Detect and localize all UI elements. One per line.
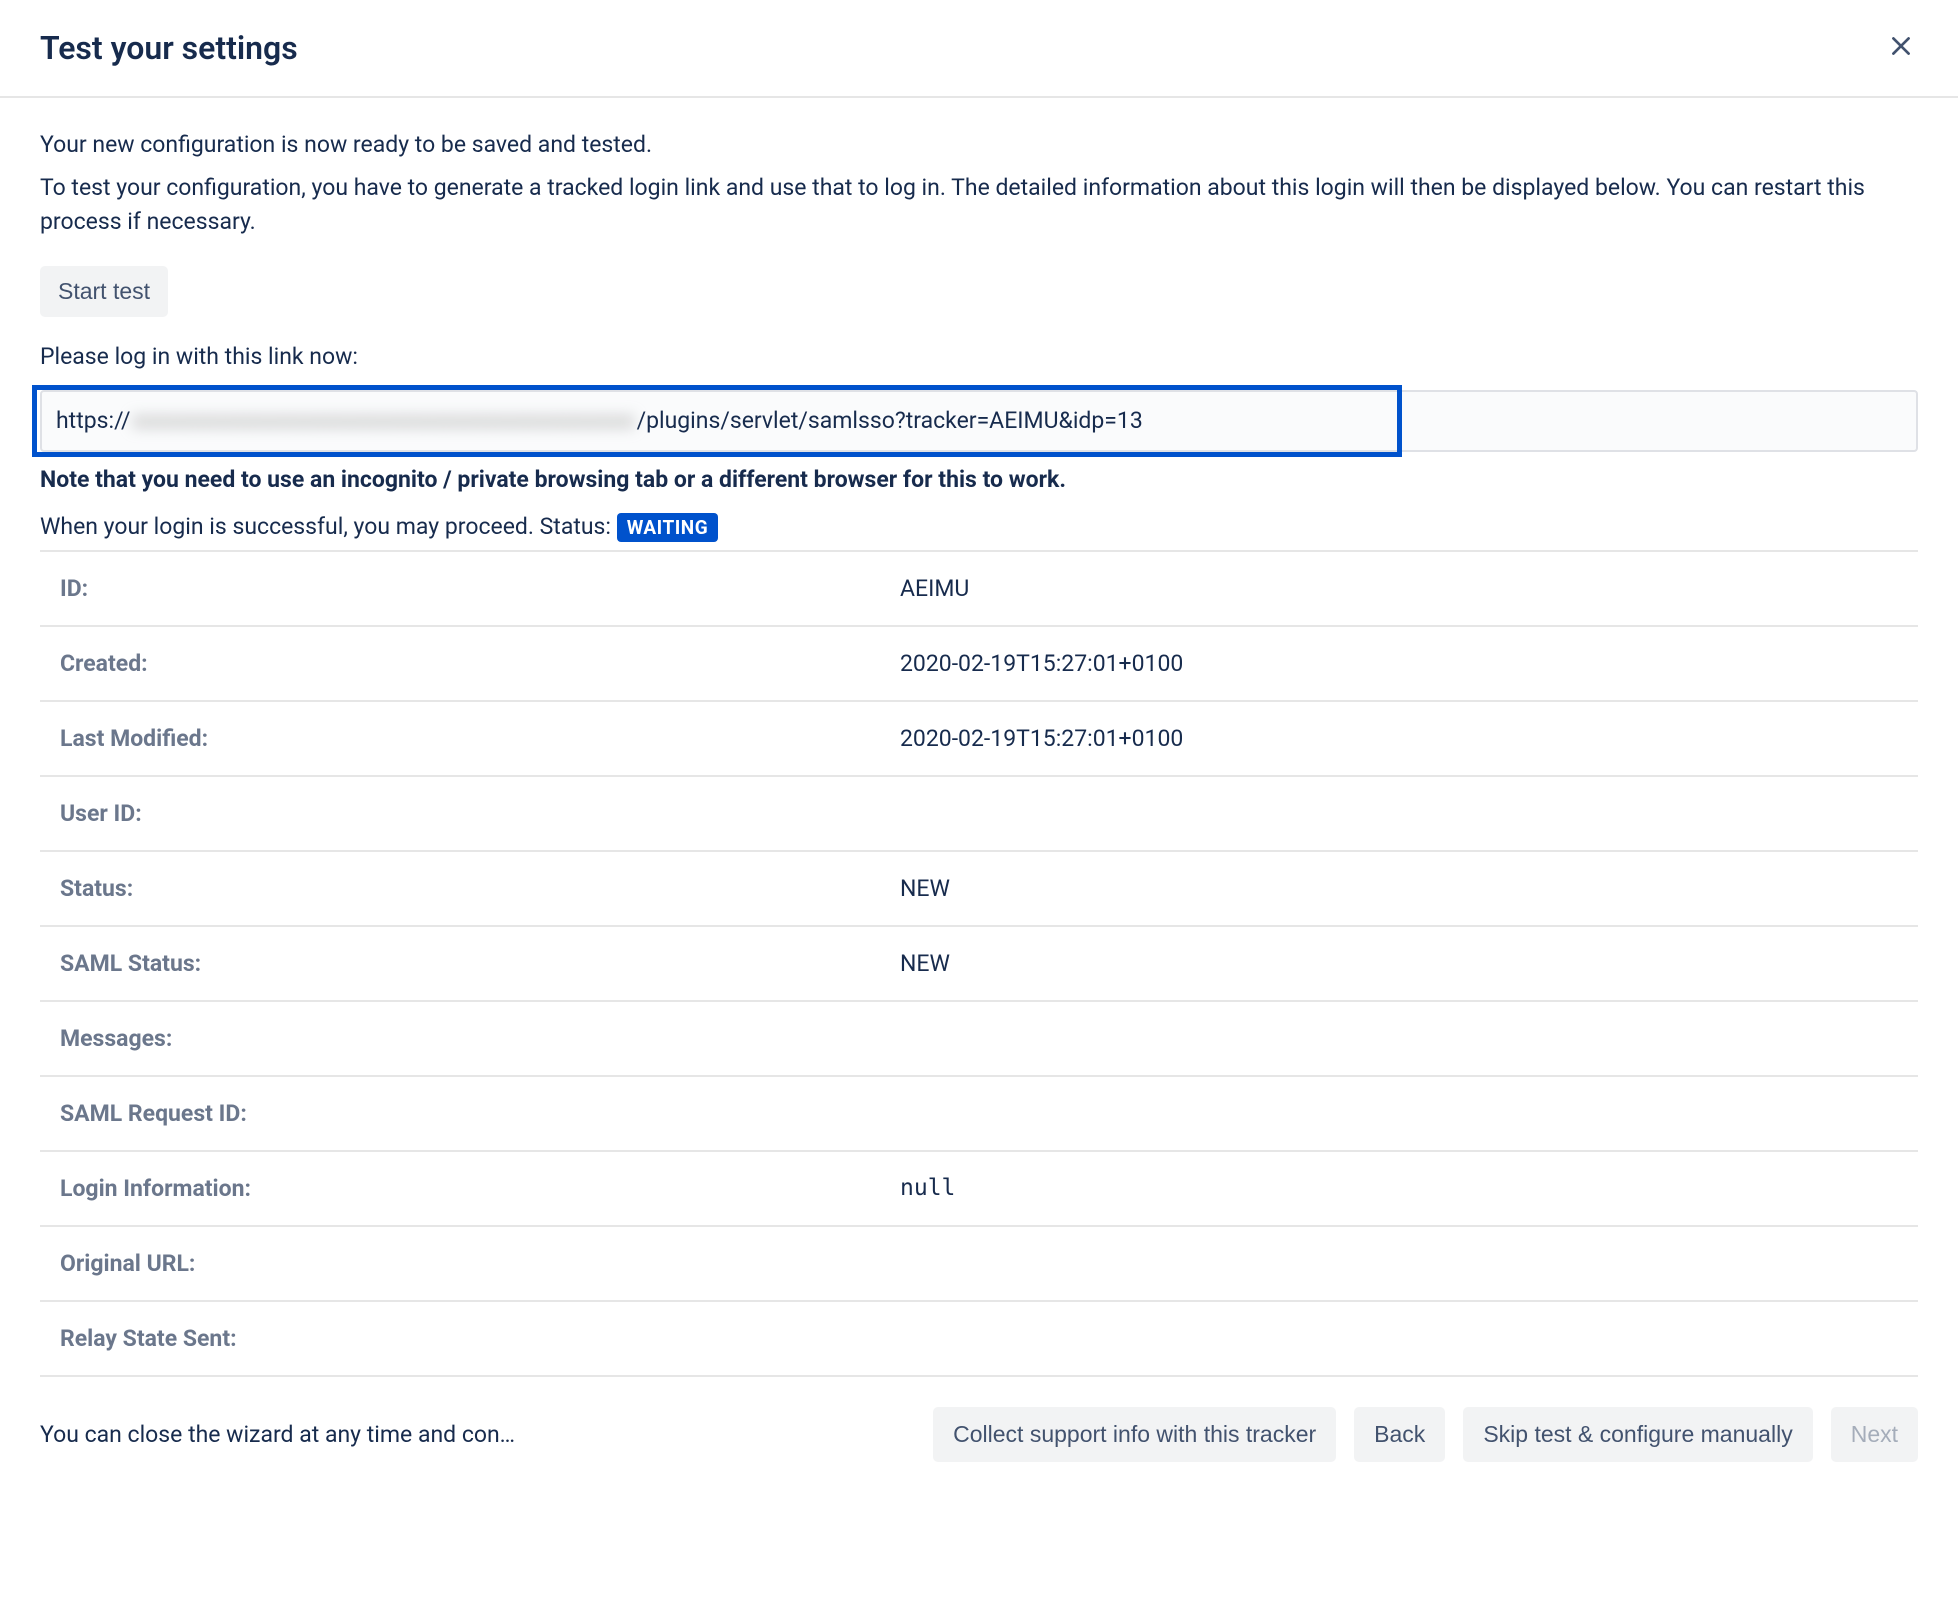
table-row: ID:AEIMU (40, 552, 1918, 627)
row-label: Last Modified: (40, 705, 900, 772)
close-icon (1888, 30, 1914, 66)
row-value: 2020-02-19T15:27:01+0100 (900, 705, 1183, 772)
incognito-note: Note that you need to use an incognito /… (40, 466, 1918, 493)
test-settings-dialog: Test your settings Your new configuratio… (0, 0, 1958, 1482)
row-value: AEIMU (900, 555, 969, 622)
dialog-footer: You can close the wizard at any time and… (0, 1377, 1958, 1482)
intro-line-1: Your new configuration is now ready to b… (40, 128, 1918, 163)
status-badge: WAITING (617, 513, 718, 542)
status-text: When your login is successful, you may p… (40, 513, 617, 540)
table-row: Messages: (40, 1002, 1918, 1077)
status-line: When your login is successful, you may p… (40, 513, 1918, 542)
row-label: Messages: (40, 1005, 900, 1072)
table-row: Status:NEW (40, 852, 1918, 927)
dialog-header: Test your settings (0, 0, 1958, 98)
url-prefix: https:// (56, 407, 131, 434)
row-label: Original URL: (40, 1230, 900, 1297)
url-blurred-segment: xxxxxxxxxxxxxxxxxxxxxxxxxxxxxxxxxxxxxxxx… (133, 407, 635, 434)
row-value: NEW (900, 855, 950, 922)
row-label: User ID: (40, 780, 900, 847)
close-button[interactable] (1884, 28, 1918, 68)
row-value: NEW (900, 930, 950, 997)
table-row: SAML Request ID: (40, 1077, 1918, 1152)
row-label: Created: (40, 630, 900, 697)
tracker-info-table: ID:AEIMUCreated:2020-02-19T15:27:01+0100… (40, 550, 1918, 1377)
row-label: Login Information: (40, 1155, 900, 1222)
tracked-url-wrapper: https://xxxxxxxxxxxxxxxxxxxxxxxxxxxxxxxx… (40, 390, 1918, 452)
skip-test-button[interactable]: Skip test & configure manually (1463, 1407, 1812, 1462)
table-row: Original URL: (40, 1227, 1918, 1302)
row-value: null (900, 1155, 955, 1221)
back-button[interactable]: Back (1354, 1407, 1445, 1462)
row-label: Relay State Sent: (40, 1305, 900, 1372)
table-row: Last Modified:2020-02-19T15:27:01+0100 (40, 702, 1918, 777)
dialog-title: Test your settings (40, 29, 298, 67)
next-button[interactable]: Next (1831, 1407, 1918, 1462)
table-row: Created:2020-02-19T15:27:01+0100 (40, 627, 1918, 702)
footer-text: You can close the wizard at any time and… (40, 1421, 915, 1448)
row-label: Status: (40, 855, 900, 922)
table-row: SAML Status:NEW (40, 927, 1918, 1002)
table-row: Relay State Sent: (40, 1302, 1918, 1377)
row-label: SAML Status: (40, 930, 900, 997)
intro-line-2: To test your configuration, you have to … (40, 171, 1918, 240)
start-test-button[interactable]: Start test (40, 266, 168, 317)
dialog-content: Your new configuration is now ready to b… (0, 98, 1958, 1377)
table-row: User ID: (40, 777, 1918, 852)
row-label: ID: (40, 555, 900, 622)
table-row: Login Information:null (40, 1152, 1918, 1227)
tracked-url-field[interactable]: https://xxxxxxxxxxxxxxxxxxxxxxxxxxxxxxxx… (40, 390, 1918, 452)
collect-support-info-button[interactable]: Collect support info with this tracker (933, 1407, 1336, 1462)
url-suffix: /plugins/servlet/samlsso?tracker=AEIMU&i… (637, 407, 1143, 434)
row-label: SAML Request ID: (40, 1080, 900, 1147)
row-value: 2020-02-19T15:27:01+0100 (900, 630, 1183, 697)
login-prompt: Please log in with this link now: (40, 343, 1918, 370)
